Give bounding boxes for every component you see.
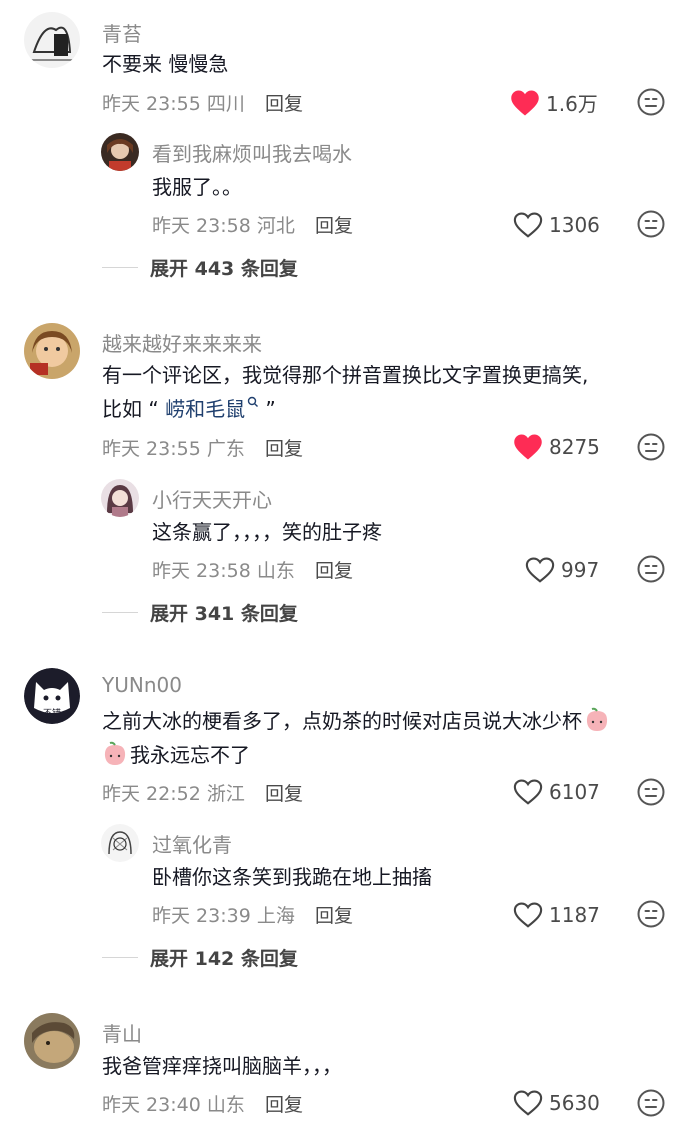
comment-meta: 昨天 22:52 浙江: [102, 783, 245, 805]
search-link[interactable]: 崂和毛鼠: [165, 396, 259, 421]
comment-text: 不要来 慢慢急: [102, 52, 229, 76]
text-prefix: 比如 “: [102, 397, 166, 421]
expand-replies[interactable]: 展开 142 条回复: [102, 944, 298, 971]
avatar[interactable]: [24, 323, 80, 379]
reply-button[interactable]: 回复: [315, 901, 353, 928]
expand-label: 展开 341 条回复: [150, 603, 298, 625]
heart-icon: [513, 212, 543, 238]
avatar[interactable]: [24, 1013, 80, 1069]
avatar-caption: 不错: [43, 707, 61, 719]
text-suffix: ”: [259, 397, 276, 421]
like-button[interactable]: 6107: [513, 778, 600, 806]
avatar[interactable]: [101, 133, 139, 171]
avatar[interactable]: [101, 824, 139, 862]
expand-label: 展开 443 条回复: [150, 258, 298, 280]
like-count: 997: [561, 558, 600, 582]
reply-button[interactable]: 回复: [315, 211, 353, 238]
comment-author[interactable]: 越来越好来来来来: [102, 328, 262, 357]
reply-button[interactable]: 回复: [265, 89, 303, 116]
like-button[interactable]: 997: [525, 556, 599, 584]
reply-button[interactable]: 回复: [265, 434, 303, 461]
comment-author[interactable]: YUNn00: [102, 673, 182, 697]
like-count: 1306: [549, 213, 600, 237]
reply-button[interactable]: 回复: [315, 556, 353, 583]
divider: [102, 612, 138, 613]
heart-icon: [514, 434, 542, 460]
like-button[interactable]: 1187: [513, 901, 600, 929]
comment-author[interactable]: 青苔: [102, 18, 142, 47]
search-link-label: 崂和毛鼠: [165, 397, 246, 421]
like-button[interactable]: 1306: [513, 211, 600, 239]
divider: [102, 267, 138, 268]
reply-button[interactable]: 回复: [265, 779, 303, 806]
heart-icon: [525, 557, 555, 583]
like-button[interactable]: 8275: [513, 433, 600, 461]
meh-face-icon[interactable]: [637, 555, 665, 583]
reply-button[interactable]: 回复: [265, 1090, 303, 1117]
meh-face-icon[interactable]: [637, 88, 665, 116]
avatar[interactable]: [24, 12, 80, 68]
reply-author[interactable]: 过氧化青: [152, 829, 232, 858]
reply-text: 我服了。。: [152, 175, 242, 199]
reply-text: 卧槽你这条笑到我跪在地上抽搐: [152, 865, 432, 889]
meh-face-icon[interactable]: [637, 778, 665, 806]
comment-meta: 昨天 23:40 山东: [102, 1094, 245, 1116]
comment-text-line2-label: 我永远忘不了: [130, 743, 250, 767]
like-count: 1.6万: [546, 92, 598, 116]
meh-face-icon[interactable]: [637, 210, 665, 238]
reply-text: 这条赢了，，，，笑的肚子疼: [152, 520, 382, 544]
like-button[interactable]: 1.6万: [510, 88, 598, 117]
reply-author[interactable]: 小行天天开心: [152, 484, 272, 513]
comment-text: 之前大冰的梗看多了，点奶茶的时候对店员说大冰少杯: [102, 704, 612, 738]
comment-text-line2: 比如 “ 崂和毛鼠 ”: [102, 392, 276, 426]
meh-face-icon[interactable]: [637, 900, 665, 928]
like-button[interactable]: 5630: [513, 1089, 600, 1117]
comment-meta: 昨天 23:55 四川: [102, 93, 245, 115]
divider: [102, 957, 138, 958]
comment-author[interactable]: 青山: [102, 1018, 142, 1047]
heart-icon: [513, 779, 543, 805]
avatar[interactable]: 不错: [24, 668, 80, 724]
heart-icon: [511, 90, 539, 115]
comment-text-line1: 之前大冰的梗看多了，点奶茶的时候对店员说大冰少杯: [102, 709, 582, 733]
like-count: 6107: [549, 780, 600, 804]
like-count: 8275: [549, 435, 600, 459]
avatar[interactable]: [101, 479, 139, 517]
expand-label: 展开 142 条回复: [150, 948, 298, 970]
meh-face-icon[interactable]: [637, 433, 665, 461]
reply-meta: 昨天 23:58 河北: [152, 215, 295, 237]
peach-emoji-icon: [104, 741, 126, 765]
reply-author[interactable]: 看到我麻烦叫我去喝水: [152, 138, 352, 167]
heart-icon: [513, 902, 543, 928]
expand-replies[interactable]: 展开 341 条回复: [102, 599, 298, 626]
comment-text-line2: 我永远忘不了: [102, 738, 250, 772]
like-count: 5630: [549, 1091, 600, 1115]
like-count: 1187: [549, 903, 600, 927]
heart-icon: [513, 1090, 543, 1116]
comment-text: 有一个评论区，我觉得那个拼音置换比文字置换更搞笑,: [102, 363, 589, 387]
reply-meta: 昨天 23:39 上海: [152, 905, 295, 927]
expand-replies[interactable]: 展开 443 条回复: [102, 254, 298, 281]
peach-emoji-icon: [586, 707, 608, 731]
reply-meta: 昨天 23:58 山东: [152, 560, 295, 582]
meh-face-icon[interactable]: [637, 1089, 665, 1117]
comment-text: 我爸管痒痒挠叫脑脑羊，，，: [102, 1054, 342, 1078]
search-icon: [247, 396, 259, 407]
comment-meta: 昨天 23:55 广东: [102, 438, 245, 460]
